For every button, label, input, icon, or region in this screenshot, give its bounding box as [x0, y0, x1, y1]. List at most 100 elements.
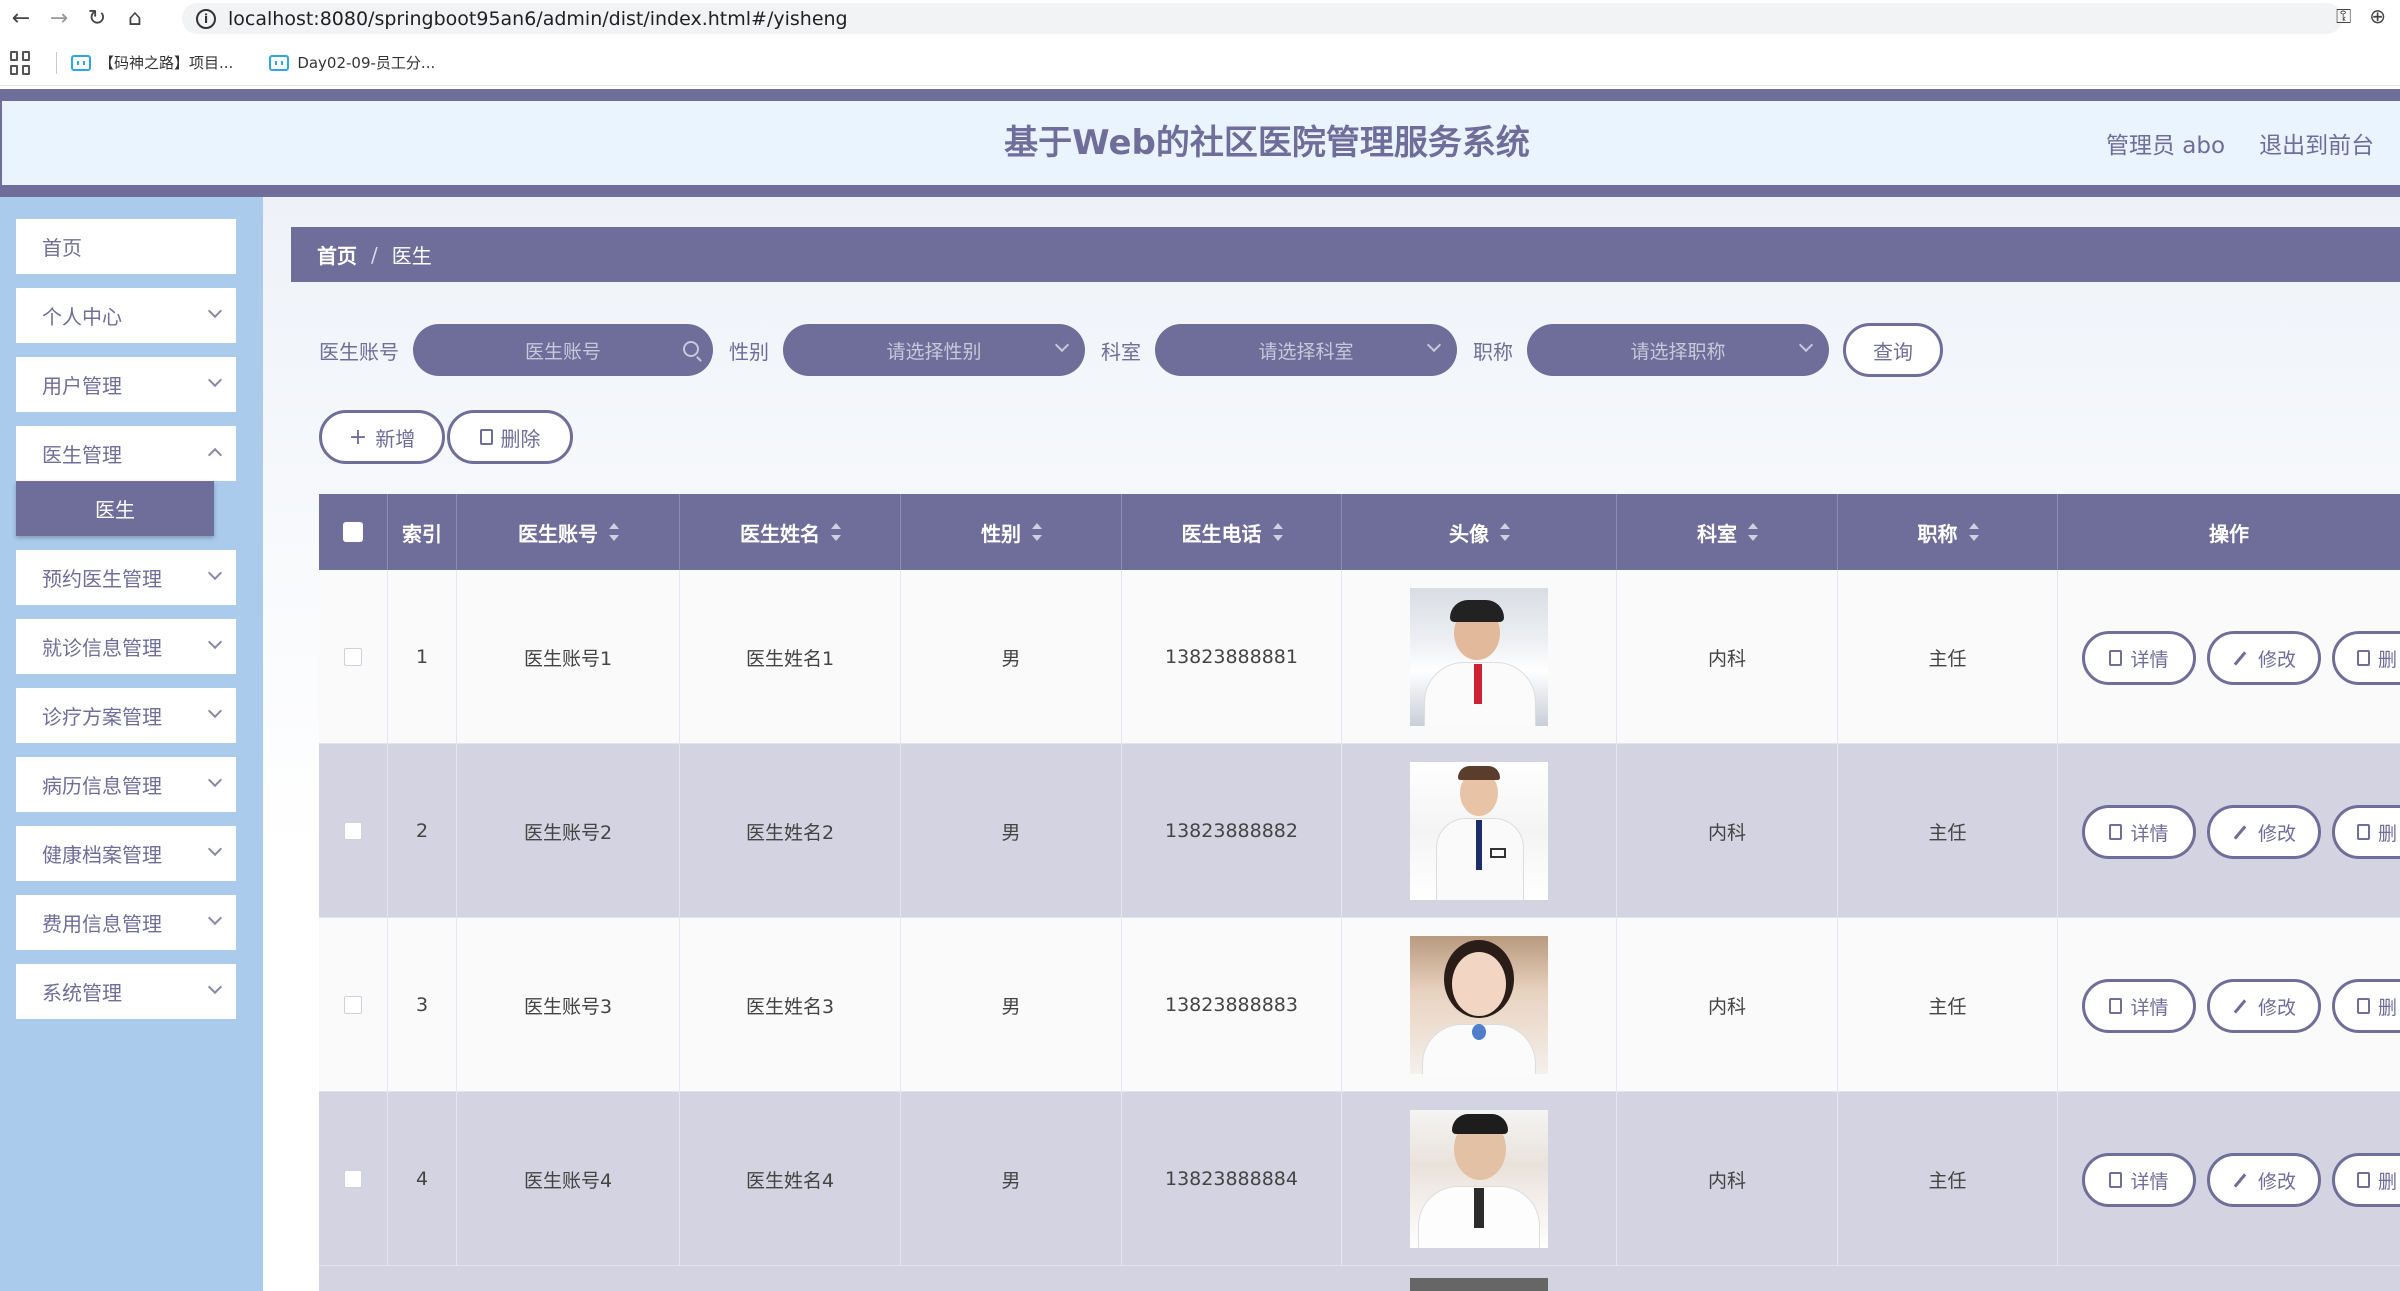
sidebar-item-personal-center[interactable]: 个人中心	[16, 288, 236, 343]
cell-dept: 内科	[1617, 744, 1838, 918]
row-checkbox[interactable]	[344, 648, 362, 666]
cell-text: 医生姓名1	[745, 647, 835, 670]
account-search-input[interactable]: 医生账号	[413, 324, 713, 376]
chevron-down-icon	[207, 841, 223, 857]
row-checkbox[interactable]	[344, 996, 362, 1014]
detail-button[interactable]: 详情	[2082, 631, 2196, 685]
delete-button[interactable]: 删除	[447, 410, 573, 464]
table-row[interactable]	[319, 1266, 2400, 1291]
sidebar-item-doctor-management[interactable]: 医生管理	[16, 426, 236, 481]
search-icon	[683, 341, 699, 357]
sidebar-item-fee-management[interactable]: 费用信息管理	[16, 895, 236, 950]
column-header-avatar[interactable]: 头像	[1342, 494, 1617, 570]
add-button[interactable]: + 新增	[319, 410, 445, 464]
sort-icon[interactable]	[608, 523, 619, 541]
sidebar-item-label: 首页	[42, 236, 82, 260]
cell-dept: 内科	[1617, 918, 1838, 1092]
column-header-phone[interactable]: 医生电话	[1122, 494, 1342, 570]
reload-icon[interactable]: ↻	[84, 6, 110, 32]
cell-title: 主任	[1838, 744, 2058, 918]
row-select-cell	[319, 570, 388, 744]
home-icon[interactable]: ⌂	[122, 6, 148, 32]
bookmark-item[interactable]: 【码神之路】项目...	[71, 52, 233, 73]
doctor-avatar-image[interactable]	[1410, 762, 1548, 900]
table-row[interactable]: 4 医生账号4 医生姓名4 男 13823888884 内科 主任 详情 修改 删	[319, 1092, 2400, 1266]
column-header-title[interactable]: 职称	[1838, 494, 2058, 570]
key-icon[interactable]: ⚿	[2336, 4, 2351, 28]
sidebar-subitem-doctor[interactable]: 医生	[16, 481, 214, 536]
cell-text: 4	[415, 1168, 429, 1190]
gender-label: 性别	[729, 339, 769, 364]
sidebar-item-treatment-plan-management[interactable]: 诊疗方案管理	[16, 688, 236, 743]
gender-select[interactable]: 请选择性别	[783, 324, 1085, 376]
sort-icon[interactable]	[1272, 523, 1283, 541]
edit-button[interactable]: 修改	[2207, 979, 2321, 1033]
detail-button[interactable]: 详情	[2082, 1153, 2196, 1207]
delete-button-label: 删除	[500, 426, 541, 451]
sidebar-item-home[interactable]: 首页	[16, 219, 236, 274]
doctor-avatar-image[interactable]	[1410, 588, 1548, 726]
sort-icon[interactable]	[1031, 523, 1042, 541]
sidebar-item-health-file-management[interactable]: 健康档案管理	[16, 826, 236, 881]
table-row[interactable]: 1 医生账号1 医生姓名1 男 13823888881 内科 主任 详情 修改 删	[319, 570, 2400, 744]
sidebar-item-appointment-management[interactable]: 预约医生管理	[16, 550, 236, 605]
cell-text: 男	[1001, 821, 1021, 844]
breadcrumb: 首页 / 医生	[291, 227, 2400, 282]
bookmark-item[interactable]: Day02-09-员工分...	[269, 52, 435, 73]
address-bar[interactable]: i localhost:8080/springboot95an6/admin/d…	[182, 3, 2342, 34]
row-checkbox[interactable]	[344, 822, 362, 840]
apps-grid-icon[interactable]	[10, 50, 34, 75]
row-delete-button[interactable]: 删	[2332, 979, 2400, 1033]
sort-icon[interactable]	[1499, 523, 1510, 541]
table-row[interactable]: 2 医生账号2 医生姓名2 男 13823888882 内科 主任 详情 修改 删	[319, 744, 2400, 918]
cell-text: 男	[1001, 1169, 1021, 1192]
column-header-name[interactable]: 医生姓名	[680, 494, 901, 570]
edit-button[interactable]: 修改	[2207, 631, 2321, 685]
logout-to-frontend-link[interactable]: 退出到前台	[2259, 126, 2374, 160]
sidebar-item-system-management[interactable]: 系统管理	[16, 964, 236, 1019]
cell-account: 医生账号1	[457, 570, 680, 744]
table-row[interactable]: 3 医生账号3 医生姓名3 男 13823888883 内科 主任 详情 修改 删	[319, 918, 2400, 1092]
query-button[interactable]: 查询	[1843, 323, 1943, 377]
breadcrumb-home[interactable]: 首页	[317, 240, 357, 269]
row-delete-button[interactable]: 删	[2332, 631, 2400, 685]
trash-icon	[2357, 998, 2370, 1014]
trash-icon	[2357, 824, 2370, 840]
column-header-dept[interactable]: 科室	[1617, 494, 1838, 570]
column-header-gender[interactable]: 性别	[901, 494, 1122, 570]
edit-button[interactable]: 修改	[2207, 1153, 2321, 1207]
sort-icon[interactable]	[1747, 523, 1758, 541]
chevron-down-icon	[1798, 337, 1814, 353]
forward-arrow-icon[interactable]: →	[46, 6, 72, 32]
zoom-icon[interactable]: ⊕	[2369, 4, 2386, 28]
header-label: 科室	[1697, 521, 1737, 546]
row-checkbox[interactable]	[344, 1170, 362, 1188]
select-all-checkbox[interactable]	[343, 522, 363, 542]
cell-text: 医生姓名2	[745, 821, 835, 844]
sidebar-item-medical-record-management[interactable]: 病历信息管理	[16, 757, 236, 812]
sidebar-item-visit-info-management[interactable]: 就诊信息管理	[16, 619, 236, 674]
dept-select[interactable]: 请选择科室	[1155, 324, 1457, 376]
detail-button[interactable]: 详情	[2082, 805, 2196, 859]
row-delete-button[interactable]: 删	[2332, 805, 2400, 859]
sort-icon[interactable]	[1968, 523, 1979, 541]
cell-avatar	[1342, 918, 1617, 1092]
cell-name: 医生姓名4	[680, 1092, 901, 1266]
row-delete-button[interactable]: 删	[2332, 1153, 2400, 1207]
back-arrow-icon[interactable]: ←	[8, 6, 34, 32]
column-header-account[interactable]: 医生账号	[457, 494, 680, 570]
doctor-avatar-image[interactable]	[1410, 1110, 1548, 1248]
sidebar-item-user-management[interactable]: 用户管理	[16, 357, 236, 412]
doctor-avatar-image[interactable]	[1410, 936, 1548, 1074]
header-label: 头像	[1449, 521, 1489, 546]
edit-button[interactable]: 修改	[2207, 805, 2321, 859]
title-select[interactable]: 请选择职称	[1527, 324, 1829, 376]
document-icon	[2109, 650, 2123, 666]
doctor-avatar-image[interactable]	[1410, 1278, 1548, 1291]
site-info-icon[interactable]: i	[196, 8, 216, 29]
detail-button[interactable]: 详情	[2082, 979, 2196, 1033]
sort-icon[interactable]	[830, 523, 841, 541]
row-delete-button-label: 删	[2378, 822, 2398, 845]
cell-text: 2	[415, 820, 429, 842]
bookmark-label: Day02-09-员工分...	[297, 54, 436, 72]
